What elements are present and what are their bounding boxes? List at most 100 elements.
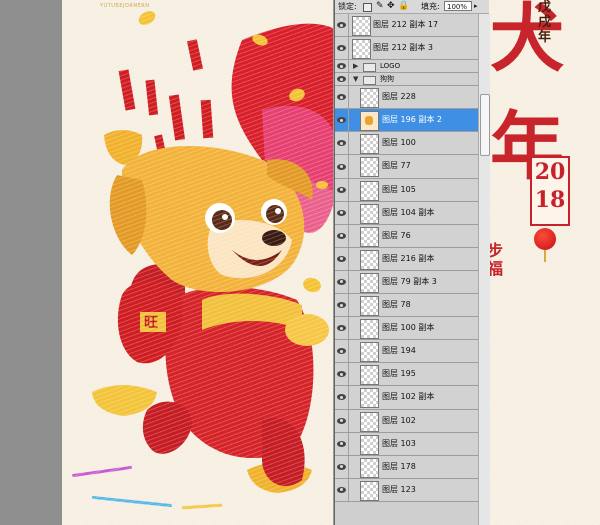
visibility-eye-icon[interactable] [337, 440, 346, 447]
row-divider [348, 478, 349, 501]
layer-row[interactable]: 图层 79 副本 3 [335, 270, 478, 295]
visibility-eye-icon[interactable] [337, 463, 346, 470]
layer-thumbnail [360, 226, 379, 247]
visibility-eye-icon[interactable] [337, 325, 346, 332]
fill-dropdown-icon[interactable]: ▸ [474, 0, 478, 13]
layer-name: 图层 104 副本 [382, 207, 435, 217]
row-divider [348, 73, 349, 86]
visibility-eye-icon[interactable] [337, 186, 346, 193]
layer-thumbnail [360, 249, 379, 270]
layer-row[interactable]: 图层 194 [335, 340, 478, 364]
visibility-eye-icon[interactable] [337, 94, 346, 101]
layer-thumbnail [360, 434, 379, 455]
row-divider [348, 37, 349, 60]
layer-row[interactable]: 图层 100 [335, 132, 478, 156]
fill-input[interactable]: 100% [444, 1, 472, 11]
layer-thumbnail [360, 365, 379, 386]
collapse-triangle-icon[interactable]: ▶ [353, 63, 358, 70]
visibility-eye-icon[interactable] [337, 417, 346, 424]
row-divider [348, 60, 349, 73]
visibility-eye-icon[interactable] [337, 486, 346, 493]
layer-thumbnail [360, 134, 379, 155]
layer-row[interactable]: 图层 102 副本 [335, 386, 478, 410]
layer-row[interactable]: 图层 78 [335, 294, 478, 318]
dog-illustration [109, 146, 329, 487]
expand-triangle-icon[interactable]: ▼ [353, 76, 358, 83]
layer-row[interactable]: 图层 105 [335, 178, 478, 202]
layers-panel[interactable]: 锁定: ✎ ✥ 🔒 填充: 100% ▸ 图层 212 副本 17 图层 212 … [334, 0, 490, 525]
fill-label: 填充: [421, 2, 440, 11]
visibility-eye-icon[interactable] [337, 140, 346, 147]
visibility-eye-icon[interactable] [337, 232, 346, 239]
layer-row[interactable]: 图层 228 [335, 86, 478, 110]
layer-thumbnail [352, 39, 371, 60]
visibility-eye-icon[interactable] [337, 163, 346, 170]
layer-group-row[interactable]: ▼ 狗狗 [335, 73, 478, 87]
row-divider [348, 86, 349, 109]
row-divider [348, 432, 349, 455]
lock-paint-icon[interactable]: ✎ [376, 0, 384, 13]
row-divider [348, 247, 349, 270]
layer-name: 图层 212 副本 17 [373, 20, 439, 29]
layer-row[interactable]: 图层 178 [335, 455, 478, 479]
row-divider [348, 155, 349, 178]
lock-all-icon[interactable]: 🔒 [398, 0, 409, 13]
row-divider [348, 317, 349, 340]
lantern-icon [534, 228, 556, 250]
layer-thumbnail [360, 480, 379, 501]
visibility-eye-icon[interactable] [337, 371, 346, 378]
lock-transparency-icon[interactable] [363, 3, 372, 12]
layer-thumbnail [360, 388, 379, 409]
layer-name: 图层 195 [382, 369, 416, 379]
visibility-eye-icon[interactable] [337, 76, 346, 83]
layer-list: 图层 212 副本 17 图层 212 副本 3 ▶ LOGO ▼ 狗狗 图层 228 图层 … [335, 14, 478, 525]
visibility-eye-icon[interactable] [337, 302, 346, 309]
layer-name: 图层 102 [382, 415, 416, 425]
visibility-eye-icon[interactable] [337, 348, 346, 355]
layer-row[interactable]: 图层 195 [335, 363, 478, 387]
pasteboard [0, 0, 62, 525]
layer-group-row[interactable]: ▶ LOGO [335, 60, 478, 74]
layer-group-name: LOGO [380, 62, 401, 71]
visibility-eye-icon[interactable] [337, 209, 346, 216]
lock-position-icon[interactable]: ✥ [387, 0, 395, 13]
layer-thumbnail [360, 411, 379, 432]
visibility-eye-icon[interactable] [337, 63, 346, 70]
lock-toolbar: 锁定: ✎ ✥ 🔒 填充: 100% ▸ [335, 0, 489, 14]
row-divider [348, 340, 349, 363]
layer-group-name: 狗狗 [380, 75, 394, 84]
row-divider [348, 109, 349, 132]
layer-row[interactable]: 图层 123 [335, 478, 478, 502]
scroll-thumb[interactable] [480, 94, 490, 156]
folder-icon [363, 76, 376, 86]
layer-row[interactable]: 图层 100 副本 [335, 317, 478, 341]
layer-row[interactable]: 图层 77 [335, 155, 478, 179]
layer-row[interactable]: 图层 102 [335, 409, 478, 433]
visibility-eye-icon[interactable] [337, 255, 346, 262]
layer-row[interactable]: 图层 104 副本 [335, 201, 478, 225]
row-divider [348, 270, 349, 294]
row-divider [348, 363, 349, 386]
layers-scrollbar[interactable] [478, 14, 490, 525]
visibility-eye-icon[interactable] [337, 278, 346, 285]
layer-row[interactable]: 图层 103 [335, 432, 478, 456]
layer-row[interactable]: 图层 196 副本 2 [335, 109, 478, 133]
row-divider [348, 294, 349, 317]
layer-thumbnail [360, 457, 379, 478]
visibility-eye-icon[interactable] [337, 394, 346, 401]
layer-row[interactable]: 图层 212 副本 3 [335, 37, 478, 61]
layer-row[interactable]: 图层 216 副本 [335, 247, 478, 271]
visibility-eye-icon[interactable] [337, 117, 346, 124]
layer-thumbnail [360, 88, 379, 109]
layer-name: 图层 77 [382, 161, 411, 171]
layer-row[interactable]: 图层 212 副本 17 [335, 14, 478, 38]
visibility-eye-icon[interactable] [337, 22, 346, 29]
layer-name: 图层 123 [382, 484, 416, 494]
row-divider [348, 132, 349, 155]
layer-name: 图层 105 [382, 184, 416, 194]
year-seal: 20 18 [530, 156, 570, 226]
layer-row[interactable]: 图层 76 [335, 224, 478, 248]
layer-thumbnail [360, 157, 379, 178]
layer-thumbnail [360, 203, 379, 224]
visibility-eye-icon[interactable] [337, 45, 346, 52]
